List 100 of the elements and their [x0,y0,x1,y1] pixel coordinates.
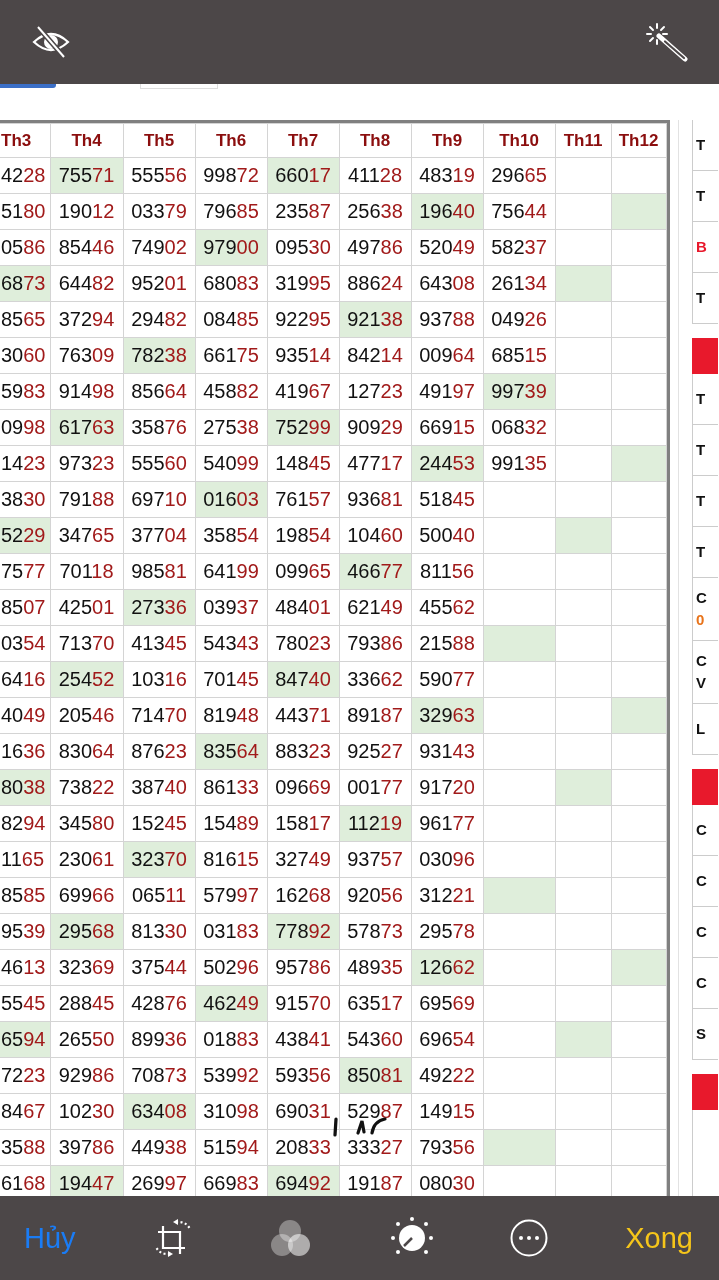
table-cell: 14915 [411,1093,483,1130]
table-cell: 64199 [195,553,267,590]
column-header: Th11 [555,123,611,158]
table-cell: 85664 [123,373,195,410]
table-cell: 26550 [50,1021,123,1058]
hide-icon[interactable] [32,24,70,60]
table-cell: 10460 [339,517,411,554]
panel-text: S [695,1024,707,1044]
table-cell: 31995 [267,265,339,302]
table-cell: 3060 [0,337,50,374]
table-cell: 5545 [0,985,50,1022]
table-cell: 42876 [123,985,195,1022]
table-cell: 12662 [411,949,483,986]
table-cell: 15817 [267,805,339,842]
table-cell: 76157 [267,481,339,518]
table-cell: 93757 [339,841,411,878]
table-cell: 6873 [0,265,50,302]
table-cell: 03937 [195,589,267,626]
table-cell: 04926 [483,301,555,338]
table-cell: 92527 [339,733,411,770]
table-cell: 53992 [195,1057,267,1094]
table-cell: 99739 [483,373,555,410]
table-cell: 62149 [339,589,411,626]
panel-text: T [695,491,707,511]
table-cell: 19640 [411,193,483,230]
table-cell: 45882 [195,373,267,410]
table-cell: 81615 [195,841,267,878]
table-cell: 91570 [267,985,339,1022]
table-cell: 52049 [411,229,483,266]
table-cell: 69569 [411,985,483,1022]
table-cell: 01603 [195,481,267,518]
table-cell: 55556 [123,157,195,194]
more-options-icon[interactable] [508,1218,549,1258]
table-cell: 19447 [50,1165,123,1196]
table-cell: 31221 [411,877,483,914]
table-cell: 54343 [195,625,267,662]
table-cell: 41345 [123,625,195,662]
table-cell: 7577 [0,553,50,590]
table-cell: 9539 [0,913,50,950]
table-cell: 29568 [50,913,123,950]
table-cell: 61763 [50,409,123,446]
panel-text: C [695,973,708,993]
table-cell: 54099 [195,445,267,482]
table-cell: 31098 [195,1093,267,1130]
table-cell: 8294 [0,805,50,842]
table-cell: 99872 [195,157,267,194]
table-cell: 32369 [50,949,123,986]
done-button[interactable]: Xong [623,1219,695,1257]
table-cell: 88624 [339,265,411,302]
table-cell: 79386 [339,625,411,662]
panel-text: B [695,237,708,257]
table-cell: 98581 [123,553,195,590]
table-cell: 27336 [123,589,195,626]
table-cell: 06832 [483,409,555,446]
panel-text: C [695,651,708,671]
table-cell: 8565 [0,301,50,338]
table-cell: 03379 [123,193,195,230]
table-cell: 01883 [195,1021,267,1058]
table-cell: 09965 [267,553,339,590]
table-cell: 69492 [267,1165,339,1196]
table-cell: 91720 [411,769,483,806]
table-cell: 44938 [123,1129,195,1166]
table-cell: 03183 [195,913,267,950]
table-cell: 68515 [483,337,555,374]
table-cell: 57873 [339,913,411,950]
table-cell: 35876 [123,409,195,446]
table-cell: 47717 [339,445,411,482]
column-header: Th4 [50,123,123,158]
table-cell: 25452 [50,661,123,698]
table-cell: 19012 [50,193,123,230]
table-cell: 32370 [123,841,195,878]
table-cell: 41967 [267,373,339,410]
table-cell: 63408 [123,1093,195,1130]
table-cell: 06511 [123,877,195,914]
table-cell: 93788 [411,301,483,338]
table-cell: 57997 [195,877,267,914]
table-cell: 15489 [195,805,267,842]
table-cell: 24453 [411,445,483,482]
table-cell: 8585 [0,877,50,914]
table-cell: 6416 [0,661,50,698]
table-cell: 71370 [50,625,123,662]
table-cell: 15245 [123,805,195,842]
table-cell: 4613 [0,949,50,986]
column-header: Th7 [267,123,339,158]
table-cell: 48319 [411,157,483,194]
table-cell: 69654 [411,1021,483,1058]
table-cell: 11219 [339,805,411,842]
panel-text: T [695,542,707,562]
column-header: Th12 [611,123,666,158]
panel-text: V [695,673,707,693]
table-cell: 16268 [267,877,339,914]
panel-text: T [695,288,707,308]
table-cell: 20833 [267,1129,339,1166]
table-cell: 93514 [267,337,339,374]
table-cell: 46249 [195,985,267,1022]
table-cell: 51845 [411,481,483,518]
table-cell: 20546 [50,697,123,734]
magic-wand-icon[interactable] [645,22,689,62]
table-cell: 4049 [0,697,50,734]
table-cell: 90929 [339,409,411,446]
